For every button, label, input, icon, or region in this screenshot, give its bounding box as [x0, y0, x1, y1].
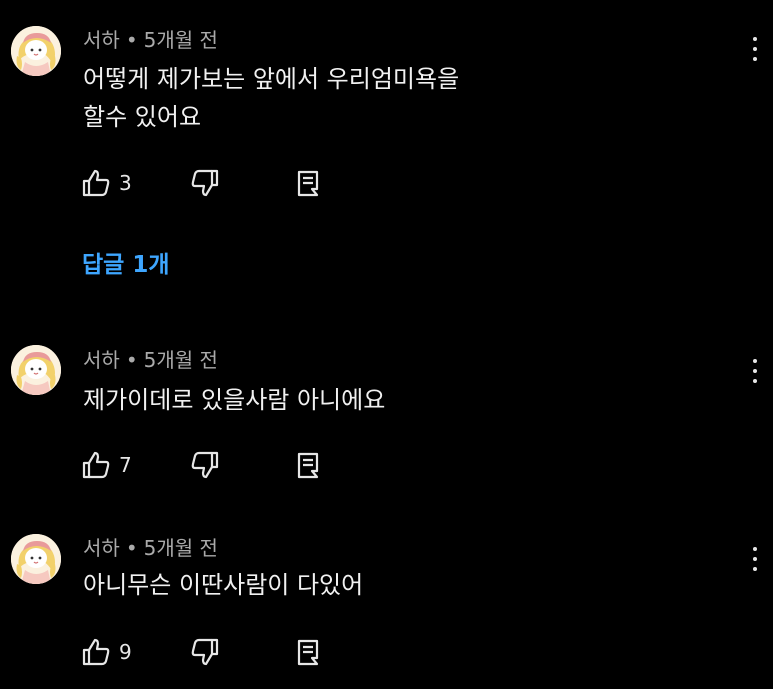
- dislike-button[interactable]: [190, 450, 220, 484]
- view-replies-link[interactable]: 답글 1개: [82, 248, 170, 282]
- comment-meta: 서하 • 5개월 전: [83, 348, 218, 372]
- timestamp[interactable]: 5개월 전: [144, 348, 218, 372]
- more-vert-icon[interactable]: [746, 34, 764, 64]
- avatar-image: [11, 534, 61, 584]
- comment-text: 어떻게 제가보는 앞에서 우리엄미욕을 할수 있어요: [83, 65, 460, 131]
- reply-button[interactable]: [293, 168, 323, 202]
- dislike-button[interactable]: [190, 637, 220, 671]
- thumbs-up-icon: [81, 168, 111, 198]
- author-name[interactable]: 서하: [83, 28, 120, 52]
- author-name[interactable]: 서하: [83, 536, 120, 560]
- comment-reply-icon: [293, 168, 323, 198]
- separator-dot: •: [125, 28, 138, 52]
- reply-button[interactable]: [293, 450, 323, 484]
- comment-actions: 3: [0, 168, 773, 198]
- thumbs-down-icon: [190, 168, 220, 198]
- thumbs-up-icon: [81, 450, 111, 480]
- like-count: 9: [119, 640, 132, 664]
- thumbs-down-icon: [190, 450, 220, 480]
- avatar-image: [11, 26, 61, 76]
- separator-dot: •: [125, 536, 138, 560]
- comment-reply-icon: [293, 450, 323, 480]
- like-button[interactable]: 9: [81, 637, 132, 667]
- dislike-button[interactable]: [190, 168, 220, 202]
- more-vert-icon[interactable]: [746, 544, 764, 574]
- comment-thread: 서하 • 5개월 전 어떻게 제가보는 앞에서 우리엄미욕을 할수 있어요 3 답글…: [0, 0, 773, 300]
- avatar[interactable]: [11, 534, 61, 584]
- author-name[interactable]: 서하: [83, 348, 120, 372]
- thumbs-up-icon: [81, 637, 111, 667]
- thumbs-down-icon: [190, 637, 220, 667]
- comment-text: 제가이데로 있을사람 아니에요: [83, 386, 386, 414]
- comment-meta: 서하 • 5개월 전: [83, 28, 218, 52]
- comment-actions: 9: [0, 637, 773, 667]
- like-count: 3: [119, 171, 132, 195]
- avatar-image: [11, 345, 61, 395]
- comment-thread: 서하 • 5개월 전 아니무슨 이딴사람이 다있어 9: [0, 520, 773, 689]
- more-vert-icon[interactable]: [746, 356, 764, 386]
- like-button[interactable]: 3: [81, 168, 132, 198]
- reply-button[interactable]: [293, 637, 323, 671]
- avatar[interactable]: [11, 345, 61, 395]
- timestamp[interactable]: 5개월 전: [144, 536, 218, 560]
- like-button[interactable]: 7: [81, 450, 132, 480]
- comment-actions: 7: [0, 450, 773, 480]
- timestamp[interactable]: 5개월 전: [144, 28, 218, 52]
- like-count: 7: [119, 453, 132, 477]
- comment-meta: 서하 • 5개월 전: [83, 536, 218, 560]
- comment-reply-icon: [293, 637, 323, 667]
- avatar[interactable]: [11, 26, 61, 76]
- comment-text: 아니무슨 이딴사람이 다있어: [83, 571, 364, 599]
- separator-dot: •: [125, 348, 138, 372]
- comment-thread: 서하 • 5개월 전 제가이데로 있을사람 아니에요 7: [0, 330, 773, 510]
